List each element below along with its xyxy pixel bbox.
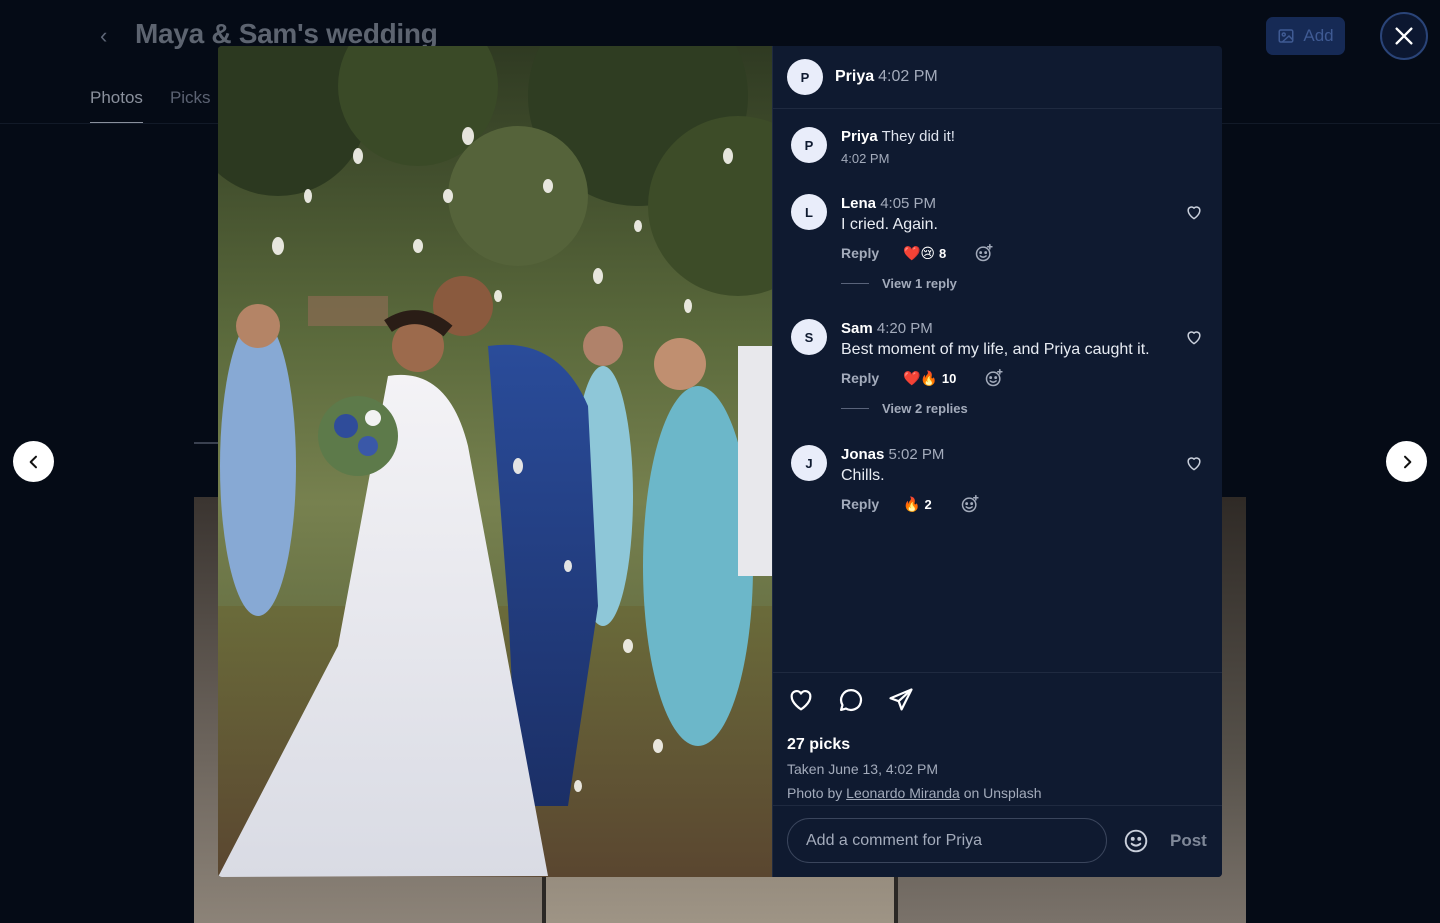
add-reaction-icon[interactable]	[984, 368, 1004, 388]
reaction-emoji: ❤️😢	[903, 244, 936, 261]
tab-indicator	[194, 442, 218, 444]
chevron-right-icon	[1403, 455, 1411, 468]
add-button[interactable]: Add	[1266, 17, 1345, 55]
comment-time: 4:20 PM	[876, 320, 933, 337]
wedding-photo-illustration	[218, 46, 772, 877]
comment-item: S Sam 4:20 PM Best moment of my life, an…	[791, 319, 1204, 429]
reaction-count: 2	[924, 496, 932, 512]
wedding-photo	[218, 46, 772, 877]
reaction-summary[interactable]: 🔥 2	[903, 496, 932, 513]
photographer-link[interactable]: Leonardo Miranda	[846, 785, 960, 801]
avatar[interactable]: P	[787, 59, 823, 95]
avatar[interactable]: L	[791, 194, 827, 230]
comment-time: 5:02 PM	[888, 446, 945, 463]
add-button-label: Add	[1303, 26, 1334, 45]
reaction-emoji: 🔥	[903, 495, 921, 512]
add-reaction-icon[interactable]	[960, 494, 980, 514]
post-header: P Priya 4:02 PM	[773, 46, 1222, 109]
comment-item: L Lena 4:05 PM I cried. Again. Reply ❤️😢…	[791, 194, 1204, 304]
tab-picks[interactable]: Picks	[170, 88, 211, 124]
comment-item: J Jonas 5:02 PM Chills. Reply 🔥 2	[791, 445, 1204, 520]
reaction-count: 10	[941, 370, 957, 386]
album-tabs: Photos Picks	[90, 88, 211, 124]
next-photo-button[interactable]	[1386, 441, 1427, 482]
photo-viewer-modal: P Priya 4:02 PM P Priya They did it! 4:0…	[218, 46, 1222, 877]
comment-author[interactable]: Sam	[841, 320, 873, 337]
post-button[interactable]: Post	[1170, 831, 1207, 851]
close-button[interactable]	[1380, 12, 1428, 60]
previous-photo-button[interactable]	[13, 441, 54, 482]
comment-author[interactable]: Priya	[841, 128, 878, 145]
comment-author[interactable]: Lena	[841, 195, 876, 212]
comment-time: 4:02 PM	[841, 151, 890, 166]
reply-button[interactable]: Reply	[841, 496, 903, 512]
view-replies-link[interactable]: View 2 replies	[841, 401, 1204, 416]
post-time: 4:02 PM	[878, 68, 938, 85]
thread-dash	[841, 408, 869, 409]
heart-icon[interactable]	[1184, 202, 1204, 222]
reaction-count: 8	[939, 245, 947, 261]
comment-composer: Post	[773, 805, 1222, 877]
comment-author[interactable]: Jonas	[841, 446, 884, 463]
taken-date: Taken June 13, 4:02 PM	[787, 761, 938, 777]
send-icon[interactable]	[887, 686, 915, 714]
avatar[interactable]: J	[791, 445, 827, 481]
post-author[interactable]: Priya	[835, 68, 874, 86]
comment-text: They did it!	[881, 128, 955, 145]
reply-button[interactable]: Reply	[841, 245, 903, 261]
heart-icon[interactable]	[787, 686, 815, 714]
comment-text: Chills.	[841, 467, 885, 484]
comment-input[interactable]	[787, 818, 1107, 863]
comment-item: P Priya They did it! 4:02 PM	[791, 127, 1204, 177]
view-replies-label: View 2 replies	[882, 401, 968, 416]
reaction-emoji: ❤️🔥	[903, 369, 938, 386]
view-replies-link[interactable]: View 1 reply	[841, 276, 1204, 291]
comment-text: Best moment of my life, and Priya caught…	[841, 341, 1150, 358]
post-footer: 27 picks Taken June 13, 4:02 PM Photo by…	[773, 672, 1222, 801]
add-photo-icon	[1278, 29, 1294, 43]
comment-icon[interactable]	[837, 686, 865, 714]
comment-text: I cried. Again.	[841, 216, 938, 233]
tab-photos[interactable]: Photos	[90, 88, 143, 124]
comments-panel: P Priya 4:02 PM P Priya They did it! 4:0…	[772, 46, 1222, 877]
photo-credit: Photo by Leonardo Miranda on Unsplash	[787, 785, 1208, 801]
reaction-summary[interactable]: ❤️😢 8	[903, 245, 946, 262]
heart-icon[interactable]	[1184, 453, 1204, 473]
post-actions	[787, 685, 1208, 715]
thread-dash	[841, 283, 869, 284]
back-chevron-icon[interactable]: ‹	[100, 24, 120, 48]
smiley-icon[interactable]	[1123, 828, 1149, 854]
credit-suffix: on Unsplash	[963, 785, 1042, 801]
reply-button[interactable]: Reply	[841, 370, 903, 386]
reaction-summary[interactable]: ❤️🔥 10	[903, 370, 956, 387]
credit-prefix: Photo by	[787, 785, 843, 801]
comment-time: 4:05 PM	[880, 195, 937, 212]
view-replies-label: View 1 reply	[882, 276, 957, 291]
avatar[interactable]: S	[791, 319, 827, 355]
heart-icon[interactable]	[1184, 327, 1204, 347]
chevron-left-icon	[29, 455, 37, 468]
close-icon	[1395, 27, 1413, 45]
avatar[interactable]: P	[791, 127, 827, 163]
picks-count: 27 picks	[787, 736, 851, 753]
add-reaction-icon[interactable]	[974, 243, 994, 263]
